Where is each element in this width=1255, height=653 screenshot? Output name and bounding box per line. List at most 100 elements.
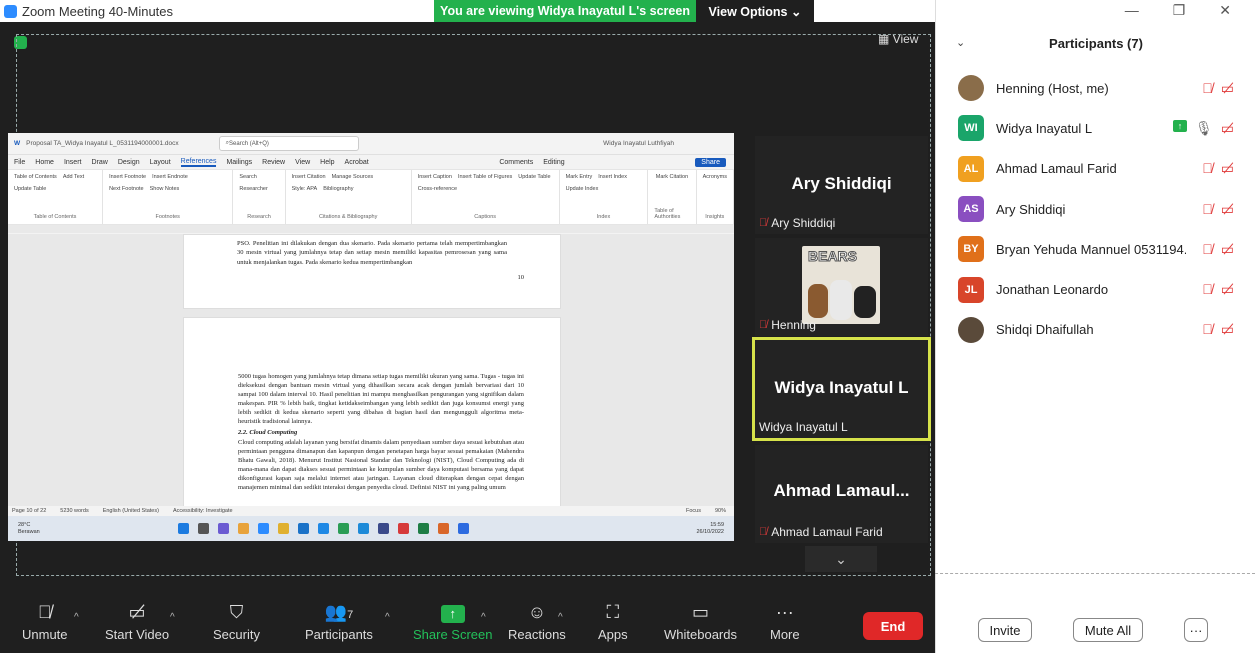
ribbon-button[interactable]: Insert Table of Figures <box>458 174 512 180</box>
reactions-label: Reactions <box>508 627 566 642</box>
participant-row[interactable]: AL Ahmad Lamaul Farid 🎙̸ ▭̸ <box>936 149 1255 189</box>
video-tile[interactable]: Ahmad Lamaul... 🎙̸ Ahmad Lamaul Farid <box>755 445 928 543</box>
start-video-button[interactable]: ▭̸ Start Video <box>105 602 169 642</box>
ribbon-button[interactable]: Show Notes <box>150 186 180 192</box>
ribbon-button[interactable]: Update Table <box>14 186 46 192</box>
app-icon[interactable] <box>378 523 389 534</box>
apps-button[interactable]: ⛶ Apps <box>598 602 628 642</box>
search-icon[interactable] <box>198 523 209 534</box>
word-tab-references[interactable]: References <box>180 158 217 167</box>
mic-muted-icon: 🎙̸ <box>1202 321 1213 338</box>
video-tile[interactable]: BEARS 🎙̸ Henning <box>755 238 928 336</box>
word-tab-view[interactable]: View <box>295 159 310 166</box>
ribbon-button[interactable]: Insert Endnote <box>152 174 188 180</box>
word-share-button[interactable]: Share <box>695 157 726 167</box>
ribbon-button[interactable]: Search <box>239 174 256 180</box>
shared-screen[interactable]: W Proposal TA_Widya Inayatul L_053119400… <box>8 133 734 541</box>
status-item: Focus <box>686 508 701 514</box>
excel-icon[interactable] <box>418 523 429 534</box>
tile-name-tag: 🎙̸ Ary Shiddiqi <box>759 216 835 230</box>
invite-button[interactable]: Invite <box>978 618 1032 642</box>
ribbon-button[interactable]: Update Table <box>518 174 550 180</box>
app-icon[interactable] <box>218 523 229 534</box>
participant-row[interactable]: JL Jonathan Leonardo 🎙̸ ▭̸ <box>936 269 1255 309</box>
mute-all-button[interactable]: Mute All <box>1073 618 1143 642</box>
mic-muted-icon: 🎙̸ <box>1202 160 1213 177</box>
weather-widget[interactable]: 28°C Berawan <box>8 522 68 535</box>
word-editing-button[interactable]: Editing <box>543 159 564 166</box>
whiteboards-button[interactable]: ▭ Whiteboards <box>664 602 737 642</box>
acrobat-icon[interactable] <box>398 523 409 534</box>
taskbar-apps <box>178 523 469 534</box>
ribbon-button[interactable]: Insert Footnote <box>109 174 146 180</box>
ribbon-button[interactable]: Bibliography <box>323 186 353 192</box>
word-tab-acrobat[interactable]: Acrobat <box>345 159 369 166</box>
participants-options-chevron-icon[interactable]: ^ <box>385 612 390 623</box>
mic-icon: 🎙 <box>1194 119 1213 136</box>
ribbon-button[interactable]: Mark Citation <box>656 174 688 180</box>
maximize-icon[interactable]: ❐ <box>1173 2 1186 19</box>
video-tile[interactable]: Ary Shiddiqi 🎙̸ Ary Shiddiqi <box>755 136 928 234</box>
ribbon-button[interactable]: Add Text <box>63 174 84 180</box>
participant-row[interactable]: AS Ary Shiddiqi 🎙̸ ▭̸ <box>936 189 1255 229</box>
word-tab-layout[interactable]: Layout <box>150 159 171 166</box>
word-tab-design[interactable]: Design <box>118 159 140 166</box>
folder-icon[interactable] <box>278 523 289 534</box>
word-tab-review[interactable]: Review <box>262 159 285 166</box>
ribbon-button[interactable]: Style: APA <box>292 186 318 192</box>
view-options-button[interactable]: View Options ⌄ <box>696 0 814 22</box>
end-meeting-button[interactable]: End <box>863 612 923 640</box>
collapse-chevron-icon[interactable]: ⌄ <box>956 36 965 49</box>
participant-row[interactable]: BY Bryan Yehuda Mannuel 0531194... 🎙̸ ▭̸ <box>936 229 1255 269</box>
app-icon[interactable] <box>438 523 449 534</box>
ribbon-button[interactable]: Manage Sources <box>332 174 374 180</box>
scroll-down-chevron-icon[interactable]: ⌄ <box>805 546 877 572</box>
document-area[interactable]: PSO. Penelitian ini dilakukan dengan dua… <box>8 234 734 517</box>
ribbon-button[interactable]: Table of Contents <box>14 174 57 180</box>
app-icon[interactable] <box>338 523 349 534</box>
ribbon-button[interactable]: Insert Index <box>598 174 627 180</box>
app-icon[interactable] <box>298 523 309 534</box>
word-comments-button[interactable]: Comments <box>499 159 533 166</box>
ribbon-group: Insert Caption Insert Table of Figures Upd… <box>412 170 560 224</box>
share-options-chevron-icon[interactable]: ^ <box>481 612 486 623</box>
word-tab-insert[interactable]: Insert <box>64 159 82 166</box>
app-icon[interactable] <box>318 523 329 534</box>
word-tab-help[interactable]: Help <box>320 159 334 166</box>
app-icon[interactable] <box>258 523 269 534</box>
word-tab-draw[interactable]: Draw <box>91 159 107 166</box>
more-options-button[interactable]: ··· <box>1184 618 1208 642</box>
ribbon-button[interactable]: Insert Caption <box>418 174 452 180</box>
app-icon[interactable] <box>238 523 249 534</box>
ribbon-button[interactable]: Acronyms <box>703 174 727 180</box>
ribbon-button[interactable]: Cross-reference <box>418 186 457 192</box>
ribbon-button[interactable]: Next Footnote <box>109 186 144 192</box>
ribbon-button[interactable]: Insert Citation <box>292 174 326 180</box>
status-item: Accessibility: Investigate <box>172 508 233 514</box>
participant-row[interactable]: Henning (Host, me) 🎙̸ ▭̸ <box>936 68 1255 108</box>
participants-button[interactable]: 👥7 Participants <box>305 602 373 642</box>
video-tile-active-speaker[interactable]: Widya Inayatul L Widya Inayatul L <box>752 337 931 441</box>
word-search-box[interactable]: ⌕ Search (Alt+Q) <box>218 136 359 151</box>
unmute-button[interactable]: 🎙̸ Unmute <box>22 602 68 642</box>
ribbon-button[interactable]: Mark Entry <box>566 174 593 180</box>
document-page: 5000 tugas homogen yang jumlahnya tetap … <box>183 317 561 517</box>
word-tab-mailings[interactable]: Mailings <box>226 159 252 166</box>
audio-options-chevron-icon[interactable]: ^ <box>74 612 79 623</box>
vscode-icon[interactable] <box>358 523 369 534</box>
video-options-chevron-icon[interactable]: ^ <box>170 612 175 623</box>
participant-row[interactable]: Shidqi Dhaifullah 🎙̸ ▭̸ <box>936 310 1255 350</box>
security-button[interactable]: ⛉ Security <box>213 602 260 642</box>
participant-row[interactable]: WI Widya Inayatul L ↑ 🎙 ▭̸ <box>936 108 1255 148</box>
ribbon-button[interactable]: Researcher <box>239 186 267 192</box>
word-tab-file[interactable]: File <box>14 159 25 166</box>
more-button[interactable]: ··· More <box>770 602 800 642</box>
zoom-icon[interactable] <box>458 523 469 534</box>
minimize-icon[interactable]: — <box>1125 2 1139 19</box>
close-icon[interactable]: ✕ <box>1219 2 1231 19</box>
word-tab-home[interactable]: Home <box>35 159 54 166</box>
start-icon[interactable] <box>178 523 189 534</box>
ribbon-button[interactable]: Update Index <box>566 186 599 192</box>
reactions-options-chevron-icon[interactable]: ^ <box>558 612 563 623</box>
system-tray-clock[interactable]: 15:59 26/10/2022 <box>696 522 724 535</box>
